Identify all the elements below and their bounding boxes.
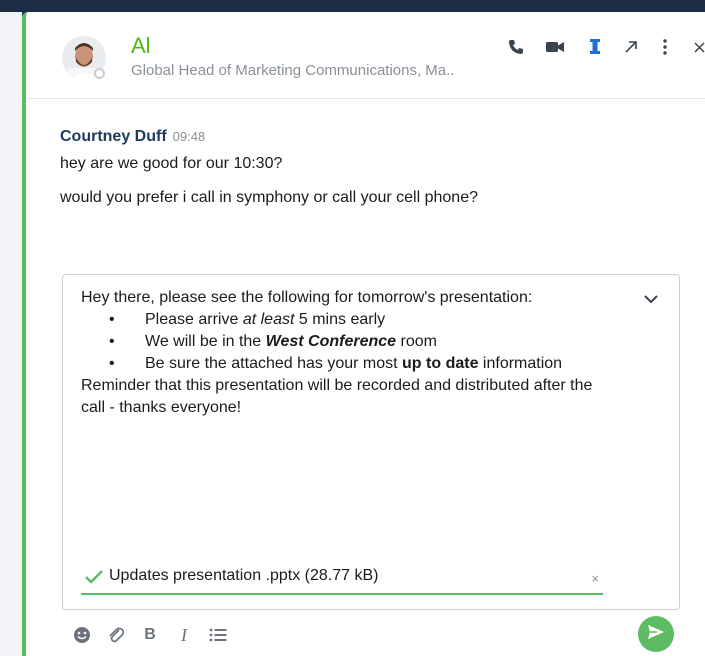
- composer-outro: Reminder that this presentation will be …: [81, 377, 593, 416]
- top-bar: [0, 0, 705, 12]
- contact-name[interactable]: Al: [131, 33, 151, 59]
- video-icon[interactable]: [546, 38, 564, 56]
- left-gutter: [0, 12, 22, 656]
- chat-header: Al Global Head of Marketing Communicatio…: [26, 12, 705, 99]
- italic-button[interactable]: I: [174, 625, 194, 645]
- bullet-item: Please arrive at least 5 mins early: [109, 309, 601, 331]
- contact-title: Global Head of Marketing Communications,…: [131, 62, 455, 79]
- pin-icon[interactable]: [586, 38, 604, 56]
- attach-icon[interactable]: [106, 625, 126, 645]
- bullet-item: Be sure the attached has your most up to…: [109, 353, 601, 375]
- send-button[interactable]: [638, 616, 674, 652]
- message-line: hey are we good for our 10:30?: [60, 155, 283, 172]
- composer-editor[interactable]: Hey there, please see the following for …: [81, 287, 601, 419]
- popout-icon[interactable]: [622, 38, 640, 56]
- bold-button[interactable]: B: [140, 625, 160, 645]
- remove-attachment-button[interactable]: ×: [591, 571, 599, 586]
- composer-intro: Hey there, please see the following for …: [81, 289, 533, 306]
- presence-indicator: [94, 68, 105, 79]
- chat-panel: Al Global Head of Marketing Communicatio…: [22, 12, 705, 656]
- bullet-item: We will be in the West Conference room: [109, 331, 601, 353]
- close-icon[interactable]: [690, 38, 705, 56]
- message-header: Courtney Duff 09:48: [60, 128, 680, 146]
- more-icon[interactable]: [656, 38, 674, 56]
- message-line: would you prefer i call in symphony or c…: [60, 189, 478, 206]
- send-icon: [647, 624, 665, 645]
- check-icon: [84, 569, 104, 590]
- chat-message: Courtney Duff 09:48 hey are we good for o…: [60, 128, 680, 208]
- attachment-item[interactable]: Updates presentation .pptx (28.77 kB) ×: [81, 565, 603, 595]
- chevron-down-icon[interactable]: [641, 289, 661, 309]
- composer-toolbar: B I: [72, 624, 242, 646]
- message-sender[interactable]: Courtney Duff: [60, 128, 167, 145]
- phone-icon[interactable]: [507, 38, 525, 56]
- attachment-label: Updates presentation .pptx (28.77 kB): [109, 567, 379, 584]
- message-time: 09:48: [172, 129, 206, 144]
- emoji-icon[interactable]: [72, 625, 92, 645]
- message-composer[interactable]: Hey there, please see the following for …: [62, 274, 680, 610]
- composer-bullet-list: Please arrive at least 5 mins early We w…: [81, 309, 601, 375]
- bulleted-list-icon[interactable]: [208, 625, 228, 645]
